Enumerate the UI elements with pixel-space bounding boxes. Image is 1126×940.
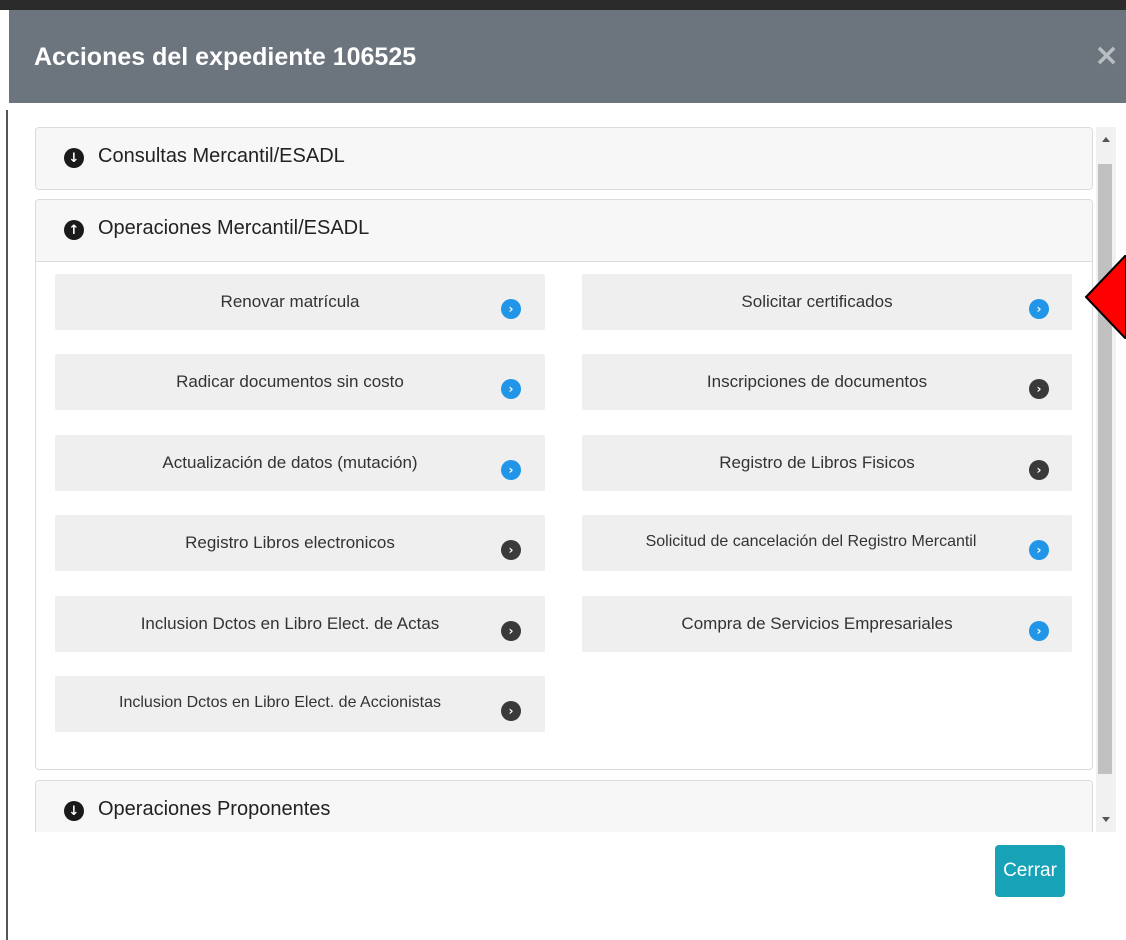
- panel-proponentes: ↓ Operaciones Proponentes: [35, 780, 1093, 832]
- page-left-edge: [6, 110, 8, 940]
- chevron-right-icon: ›: [1029, 299, 1049, 319]
- chevron-right-icon: ›: [501, 299, 521, 319]
- red-pointer-arrow-icon: [1084, 255, 1126, 339]
- panel-consultas: ↓ Consultas Mercantil/ESADL: [35, 127, 1093, 190]
- scroll-down-icon[interactable]: [1096, 807, 1116, 832]
- scroll-up-icon[interactable]: [1096, 127, 1116, 152]
- actions-modal: Acciones del expediente 106525 × ↓ Consu…: [9, 10, 1126, 940]
- vertical-scrollbar[interactable]: [1096, 127, 1116, 832]
- chevron-right-icon: ›: [501, 540, 521, 560]
- close-button[interactable]: Cerrar: [995, 845, 1065, 897]
- chevron-right-icon: ›: [501, 379, 521, 399]
- operation-button[interactable]: Registro de Libros Fisicos ›: [582, 435, 1072, 491]
- circle-arrow-down-icon: ↓: [64, 801, 84, 821]
- operation-button[interactable]: Inclusion Dctos en Libro Elect. de Accio…: [55, 676, 545, 732]
- modal-body[interactable]: ↓ Consultas Mercantil/ESADL ↑ Operacione…: [9, 127, 1116, 832]
- operation-label: Solicitud de cancelación del Registro Me…: [645, 533, 977, 550]
- chevron-right-icon: ›: [1029, 379, 1049, 399]
- chevron-right-icon: ›: [501, 621, 521, 641]
- operation-button[interactable]: Inclusion Dctos en Libro Elect. de Actas…: [55, 596, 545, 652]
- panel-title: Consultas Mercantil/ESADL: [98, 145, 345, 167]
- operation-label: Solicitar certificados: [741, 292, 893, 311]
- panel-title: Operaciones Mercantil/ESADL: [98, 217, 370, 239]
- operation-label: Compra de Servicios Empresariales: [681, 614, 953, 633]
- chevron-right-icon: ›: [1029, 621, 1049, 641]
- modal-title: Acciones del expediente 106525: [34, 43, 417, 71]
- operation-button[interactable]: Solicitud de cancelación del Registro Me…: [582, 515, 1072, 571]
- operation-label: Registro Libros electronicos: [185, 533, 395, 552]
- operation-label: Actualización de datos (mutación): [162, 453, 418, 472]
- panel-header-proponentes[interactable]: ↓ Operaciones Proponentes: [36, 781, 1092, 832]
- chevron-right-icon: ›: [1029, 460, 1049, 480]
- close-icon[interactable]: ×: [1094, 38, 1120, 74]
- panel-title: Operaciones Proponentes: [98, 798, 331, 820]
- operation-label: Renovar matrícula: [220, 292, 360, 311]
- operation-button[interactable]: Inscripciones de documentos ›: [582, 354, 1072, 410]
- circle-arrow-down-icon: ↓: [64, 148, 84, 168]
- operation-button[interactable]: Compra de Servicios Empresariales ›: [582, 596, 1072, 652]
- operation-button[interactable]: Registro Libros electronicos ›: [55, 515, 545, 571]
- page-top-edge: [0, 0, 1126, 10]
- chevron-right-icon: ›: [501, 701, 521, 721]
- panel-header-consultas[interactable]: ↓ Consultas Mercantil/ESADL: [36, 128, 1092, 189]
- operation-button[interactable]: Radicar documentos sin costo ›: [55, 354, 545, 410]
- modal-header: Acciones del expediente 106525 ×: [9, 10, 1126, 103]
- operation-label: Inclusion Dctos en Libro Elect. de Actas: [140, 614, 440, 633]
- panel-operaciones: ↑ Operaciones Mercantil/ESADL Renovar ma…: [35, 199, 1093, 770]
- operation-label: Inclusion Dctos en Libro Elect. de Accio…: [119, 694, 441, 711]
- operation-button[interactable]: Renovar matrícula ›: [55, 274, 545, 330]
- operation-button[interactable]: Solicitar certificados ›: [582, 274, 1072, 330]
- operation-label: Inscripciones de documentos: [706, 372, 928, 391]
- chevron-right-icon: ›: [1029, 540, 1049, 560]
- chevron-right-icon: ›: [501, 460, 521, 480]
- circle-arrow-up-icon: ↑: [64, 220, 84, 240]
- operation-label: Radicar documentos sin costo: [176, 372, 404, 391]
- operation-button[interactable]: Actualización de datos (mutación) ›: [55, 435, 545, 491]
- operation-label: Registro de Libros Fisicos: [719, 453, 915, 472]
- panel-header-operaciones[interactable]: ↑ Operaciones Mercantil/ESADL: [36, 200, 1092, 262]
